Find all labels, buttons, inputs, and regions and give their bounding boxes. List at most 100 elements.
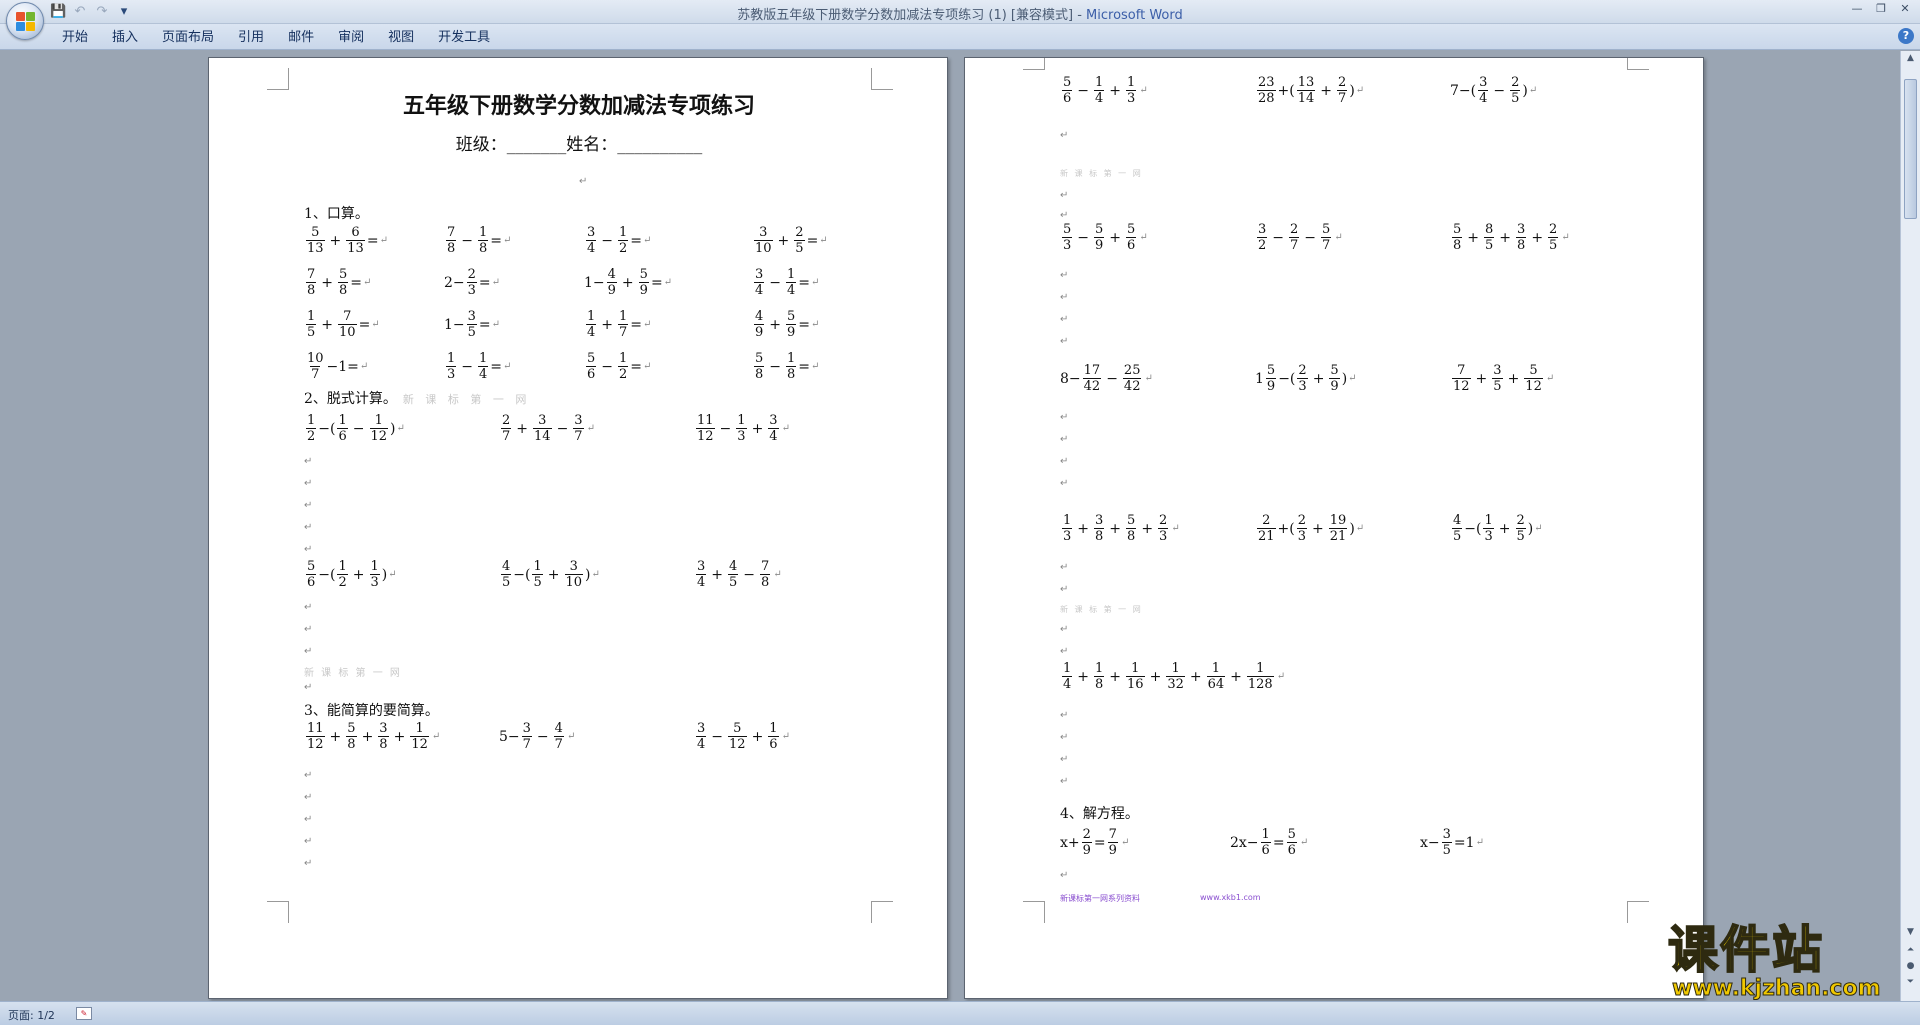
paragraph-mark: ↵ [359, 361, 369, 372]
numerator: 1 [1131, 661, 1140, 676]
tab-mailings[interactable]: 邮件 [276, 29, 326, 47]
browse-object-icon[interactable]: ● [1903, 961, 1918, 975]
numerator: 2 [467, 267, 476, 282]
operator: − [352, 420, 365, 437]
paragraph-mark: ↵ [304, 624, 313, 635]
numerator: 3 [379, 721, 388, 736]
denominator: 3 [1062, 528, 1073, 544]
fraction: 23 28 [1257, 76, 1276, 105]
scroll-up-icon[interactable]: ▲ [1903, 53, 1918, 67]
paragraph-mark: ↵ [1334, 232, 1343, 243]
vertical-scrollbar[interactable]: ▲ ▼ ⏶ ● ⏷ [1900, 51, 1920, 1001]
fraction: 13 14 [1296, 76, 1316, 105]
denominator: 5 [1548, 237, 1559, 253]
fraction: 37 [573, 414, 584, 443]
math-expression: 3 4 +4 5−7 8 ↵ [694, 560, 782, 589]
next-page-icon[interactable]: ⏷ [1903, 977, 1918, 991]
numerator: 2 [1516, 513, 1525, 528]
denominator: 3 [1483, 528, 1494, 544]
fraction: 1 12 [369, 413, 389, 443]
denominator: 3 [446, 366, 457, 382]
fraction: 49 [606, 268, 617, 298]
fraction: 17 [618, 310, 629, 340]
prev-page-icon[interactable]: ⏶ [1903, 945, 1918, 959]
scroll-down-icon[interactable]: ▼ [1903, 927, 1918, 941]
numerator: 6 [351, 225, 360, 240]
crop-mark [267, 901, 289, 923]
paragraph-mark: ↵ [1528, 85, 1538, 96]
close-button[interactable]: ✕ [1894, 1, 1916, 17]
numerator: 23 [1258, 75, 1275, 90]
paragraph-mark: ↵ [1060, 870, 1069, 881]
maximize-button[interactable]: ❐ [1870, 1, 1892, 17]
paragraph-mark: ↵ [1545, 373, 1555, 384]
denominator: 9 [606, 282, 617, 298]
document-page-2[interactable]: 5 6−1 4 +1 3 ↵ 23 28 +(13 14 +2 7) ↵ 7−(3 4−2 5) ↵ 新 课… [964, 57, 1704, 999]
fraction: 34 [754, 268, 765, 297]
office-button[interactable] [6, 2, 44, 40]
math-expression: 5 6−1 4 +1 3 ↵ [1060, 76, 1148, 105]
paragraph-mark: ↵ [379, 235, 388, 246]
document-area[interactable]: 五年级下册数学分数加减法专项练习 班级：_______姓名：__________… [0, 51, 1900, 1001]
numerator: 4 [1453, 513, 1462, 528]
numerator: 1 [447, 351, 456, 366]
fraction: 38 [1516, 223, 1527, 252]
operator: − [461, 358, 474, 375]
paragraph-mark: ↵ [1139, 232, 1148, 243]
numerator: 4 [729, 559, 738, 574]
expression-text: = [358, 316, 371, 333]
operator: + [1149, 668, 1162, 685]
operator: + [547, 566, 560, 583]
numerator: 1 [374, 413, 383, 428]
fraction: 45 [728, 559, 739, 589]
proofing-icon[interactable]: ✎ [76, 1007, 92, 1020]
page-count-status[interactable]: 页面: 1/2 [8, 1007, 55, 1023]
math-expression: 8− 17 42−25 42 ↵ [1060, 364, 1153, 393]
denominator: 7 [618, 324, 629, 340]
numerator: 5 [1453, 222, 1462, 237]
paragraph-mark: ↵ [663, 277, 673, 288]
tab-insert[interactable]: 插入 [100, 29, 150, 47]
help-icon[interactable]: ? [1898, 28, 1914, 44]
denominator: 5 [306, 324, 317, 340]
math-expression: 5 6 −(1 2 +1 3) ↵ [304, 560, 397, 589]
window-controls: — ❐ ✕ [1846, 1, 1916, 17]
minimize-button[interactable]: — [1846, 1, 1868, 17]
operator: − [601, 232, 614, 249]
denominator: 6 [586, 366, 597, 382]
paragraph-mark: ↵ [396, 423, 405, 434]
expression-text: = [798, 358, 811, 375]
tab-home[interactable]: 开始 [50, 29, 100, 47]
tab-references[interactable]: 引用 [226, 29, 276, 47]
fraction: 35 [1492, 364, 1503, 393]
math-expression: 3 10 +2 5 = ↵ [752, 226, 828, 255]
paragraph-mark: ↵ [1060, 754, 1069, 765]
fraction: 25 [1548, 223, 1559, 253]
scroll-thumb[interactable] [1904, 79, 1917, 219]
fraction: 11 12 [306, 722, 325, 751]
numerator: 1 [338, 413, 347, 428]
tab-view[interactable]: 视图 [376, 29, 426, 47]
footer-link-url[interactable]: www.xkb1.com [1200, 893, 1261, 902]
paragraph-mark: ↵ [1060, 710, 1069, 721]
math-expression: 2− 2 3 = ↵ [444, 268, 500, 297]
paragraph-mark: ↵ [781, 731, 790, 742]
document-page-1[interactable]: 五年级下册数学分数加减法专项练习 班级：_______姓名：__________… [208, 57, 948, 999]
paragraph-mark: ↵ [643, 361, 652, 372]
denominator: 8 [478, 240, 489, 256]
footer-link-text[interactable]: 新课标第一网系列资料 [1060, 893, 1140, 904]
expression-text: x− [1420, 834, 1440, 851]
expression-text: 8− [1060, 370, 1081, 387]
fraction: 34 [696, 722, 707, 751]
tab-page-layout[interactable]: 页面布局 [150, 29, 226, 47]
fraction: 10 7 [306, 352, 325, 381]
numerator: 3 [1258, 222, 1267, 237]
denominator: 9 [786, 324, 797, 340]
fraction: 58 [754, 352, 765, 381]
tab-developer[interactable]: 开发工具 [426, 29, 502, 47]
operator: + [1475, 370, 1488, 387]
operator: + [1312, 520, 1324, 537]
tab-review[interactable]: 审阅 [326, 29, 376, 47]
numerator: 2 [1511, 75, 1520, 90]
numerator: 5 [1287, 827, 1296, 842]
